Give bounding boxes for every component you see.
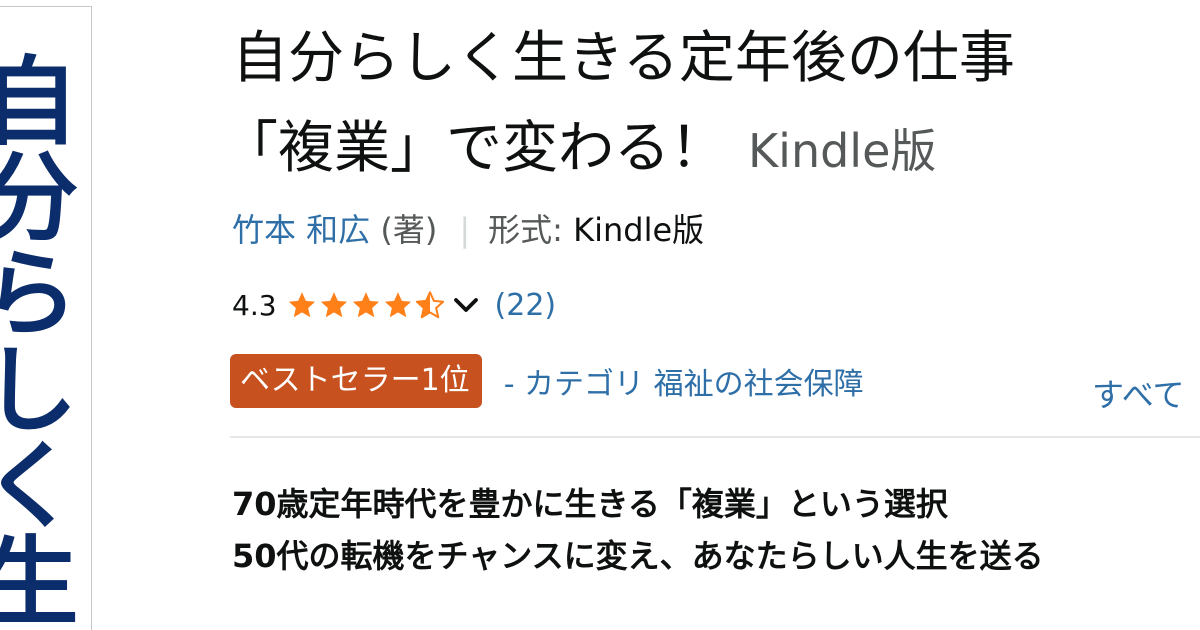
- bestseller-row: ベストセラー1位 - カテゴリ 福祉の社会保障: [230, 353, 864, 409]
- see-all-link[interactable]: すべて: [1092, 370, 1184, 416]
- description-line-1: 70歳定年時代を豊かに生きる「複業」という選択: [232, 485, 948, 523]
- format-value: Kindle版: [573, 211, 705, 249]
- title-line-1: 自分らしく生きる定年後の仕事: [232, 26, 1015, 91]
- cover-title-text: 自分らしく生: [0, 51, 78, 627]
- bestseller-badge[interactable]: ベストセラー1位: [230, 354, 482, 408]
- star-icon: [352, 292, 379, 318]
- product-description: 70歳定年時代を豊かに生きる「複業」という選択 50代の転機をチャンスに変え、あ…: [232, 478, 1044, 582]
- star-icon: [288, 292, 315, 318]
- title-line-2: 「複業」で変わる！ Kindle版: [222, 104, 1192, 196]
- book-cover-image[interactable]: 自分らしく生: [0, 6, 92, 630]
- half-star-icon: [415, 291, 444, 319]
- title-line-2-text: 「複業」で変わる！: [222, 116, 726, 181]
- star-icon: [384, 292, 411, 318]
- format-label: 形式:: [488, 211, 563, 249]
- review-count-link[interactable]: (22): [495, 288, 557, 323]
- bestseller-category-link[interactable]: - カテゴリ 福祉の社会保障: [504, 359, 864, 403]
- byline: 竹本 和広 (著) | 形式: Kindle版: [232, 205, 704, 255]
- rating-value: 4.3: [232, 288, 277, 322]
- author-link[interactable]: 竹本 和広: [232, 211, 370, 249]
- binding-label: Kindle版: [748, 124, 937, 178]
- product-title: 自分らしく生きる定年後の仕事 「複業」で変わる！ Kindle版: [222, 14, 1192, 196]
- section-divider: [230, 436, 1200, 438]
- description-line-2: 50代の転機をチャンスに変え、あなたらしい人生を送る: [232, 537, 1044, 575]
- star-icon: [320, 292, 347, 318]
- rating-row: 4.3 (22): [232, 280, 556, 330]
- product-page: 自分らしく生 自分らしく生きる定年後の仕事 「複業」で変わる！ Kindle版 竹…: [0, 0, 1200, 630]
- star-rating[interactable]: [287, 290, 445, 320]
- chevron-down-icon[interactable]: [451, 290, 481, 320]
- author-role: (著): [380, 211, 438, 249]
- byline-separator: |: [459, 211, 471, 249]
